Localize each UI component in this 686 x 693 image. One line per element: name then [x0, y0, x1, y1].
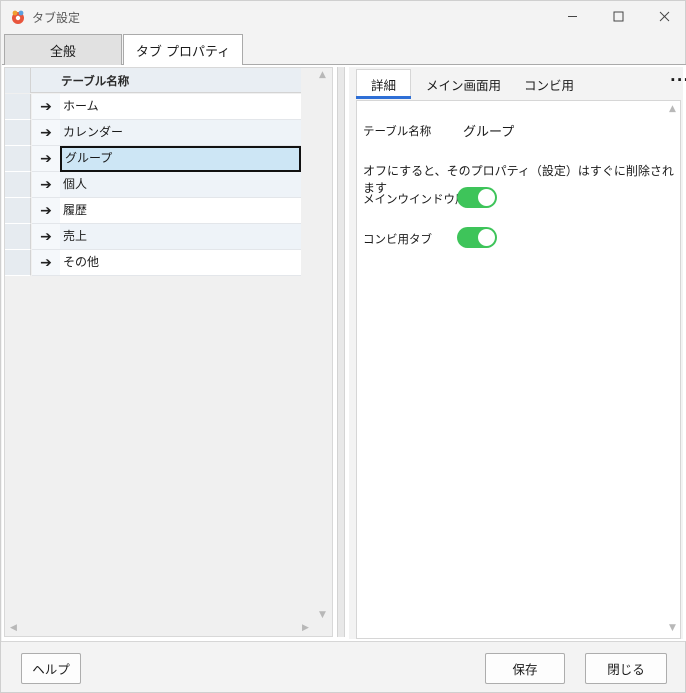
table-cell[interactable]: その他 [60, 250, 301, 276]
table-cell[interactable]: 履歴 [60, 198, 301, 224]
combi-tab-toggle-label: コンビ用タブ [363, 232, 432, 246]
table-row-selected[interactable]: ➔ グループ [5, 146, 301, 172]
arrow-right-icon[interactable]: ➔ [32, 146, 60, 172]
row-header[interactable] [5, 172, 31, 198]
column-header-table-name[interactable]: テーブル名称 [61, 73, 129, 89]
table-row[interactable]: ➔ 個人 [5, 172, 301, 198]
row-header[interactable] [5, 120, 31, 146]
arrow-right-icon[interactable]: ➔ [32, 94, 60, 120]
window-title: タブ設定 [32, 11, 81, 25]
minimize-button[interactable] [549, 1, 595, 32]
close-button[interactable]: 閉じる [585, 653, 667, 684]
maximize-icon [613, 11, 623, 22]
property-panel: 詳細 メイン画面用 コンビ用 ··· テーブル名称 グループ オフにすると、その… [349, 67, 686, 639]
row-header[interactable] [5, 198, 31, 224]
title-bar: タブ設定 [1, 1, 685, 32]
scroll-up-icon[interactable]: ▲ [669, 104, 676, 114]
arrow-right-icon[interactable]: ➔ [32, 250, 60, 276]
table-row[interactable]: ➔ 履歴 [5, 198, 301, 224]
scroll-down-icon[interactable]: ▼ [669, 623, 676, 633]
main-window-toggle-label: メインウインドウ用 [363, 192, 467, 206]
tab-main-screen[interactable]: メイン画面用 [426, 75, 501, 94]
arrow-right-icon[interactable]: ➔ [32, 198, 60, 224]
arrow-right-icon[interactable]: ➔ [32, 172, 60, 198]
tab-settings-window: タブ設定 全般 タブ プロパティ テーブル名称 ➔ ホーム ➔ カレンダー ➔ … [0, 0, 686, 693]
close-icon [659, 11, 669, 22]
tab-tab-properties[interactable]: タブ プロパティ [123, 34, 243, 65]
row-header[interactable] [5, 146, 31, 172]
maximize-button[interactable] [595, 1, 641, 32]
table-cell[interactable]: カレンダー [60, 120, 301, 146]
scroll-right-icon[interactable]: ▶ [302, 623, 309, 633]
details-vertical-scrollbar[interactable]: ▲ ▼ [667, 101, 680, 638]
active-tab-indicator [356, 96, 411, 99]
grid-vertical-scrollbar[interactable]: ▲ ▼ [316, 68, 332, 636]
row-header[interactable] [5, 250, 31, 276]
table-row[interactable]: ➔ 売上 [5, 224, 301, 250]
table-row[interactable]: ➔ ホーム [5, 94, 301, 120]
scroll-left-icon[interactable]: ◀ [10, 623, 17, 633]
dialog-footer: ヘルプ 保存 閉じる [1, 641, 685, 692]
table-cell[interactable]: グループ [60, 146, 301, 172]
help-button[interactable]: ヘルプ [21, 653, 81, 684]
arrow-right-icon[interactable]: ➔ [32, 120, 60, 146]
scroll-up-icon[interactable]: ▲ [319, 70, 326, 80]
toggle-knob [478, 229, 495, 246]
app-icon [12, 10, 24, 24]
grid-horizontal-scrollbar[interactable]: ◀ ▶ [5, 622, 316, 636]
table-cell[interactable]: ホーム [60, 94, 301, 120]
tab-combi[interactable]: コンビ用 [524, 75, 574, 94]
minimize-icon [567, 16, 577, 17]
panel-splitter[interactable] [337, 67, 345, 637]
table-name-value: グループ [463, 125, 515, 140]
more-options-icon[interactable]: ··· [670, 71, 686, 89]
arrow-right-icon[interactable]: ➔ [32, 224, 60, 250]
table-grid: テーブル名称 ➔ ホーム ➔ カレンダー ➔ グループ ➔ 個人 ➔ 履歴 ➔ … [4, 67, 333, 637]
row-header[interactable] [5, 94, 31, 120]
scroll-down-icon[interactable]: ▼ [319, 610, 326, 620]
toggle-knob [478, 189, 495, 206]
grid-header: テーブル名称 [5, 68, 301, 93]
main-tab-strip: 全般 タブ プロパティ [1, 32, 685, 65]
main-window-toggle[interactable] [457, 187, 497, 208]
tab-details[interactable]: 詳細 [371, 75, 396, 94]
table-cell[interactable]: 個人 [60, 172, 301, 198]
table-row[interactable]: ➔ その他 [5, 250, 301, 276]
combi-tab-toggle[interactable] [457, 227, 497, 248]
close-window-button[interactable] [641, 1, 686, 32]
table-name-label: テーブル名称 [363, 124, 432, 138]
sub-tab-strip: 詳細 メイン画面用 コンビ用 ··· [356, 67, 686, 99]
tab-general[interactable]: 全般 [4, 34, 122, 65]
grid-corner [5, 68, 31, 93]
details-pane: テーブル名称 グループ オフにすると、そのプロパティ（設定）はすぐに削除されます… [356, 100, 681, 639]
table-row[interactable]: ➔ カレンダー [5, 120, 301, 146]
table-cell[interactable]: 売上 [60, 224, 301, 250]
row-header[interactable] [5, 224, 31, 250]
save-button[interactable]: 保存 [485, 653, 565, 684]
